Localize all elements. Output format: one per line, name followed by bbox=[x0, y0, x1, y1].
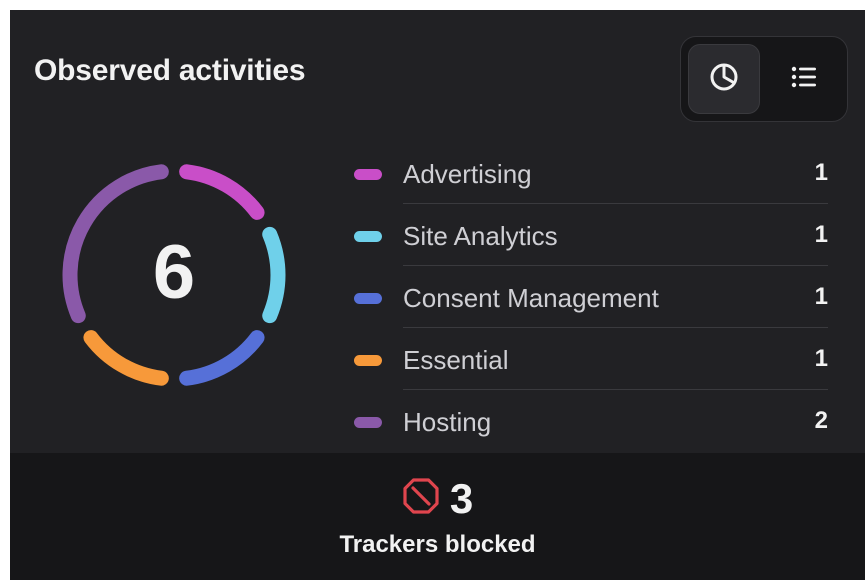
legend-item[interactable]: Essential 1 bbox=[350, 328, 840, 390]
activity-legend: Advertising 1 Site Analytics 1 Consent Manag… bbox=[350, 142, 840, 452]
view-toggle-group bbox=[680, 36, 848, 122]
legend-count: 1 bbox=[814, 283, 828, 310]
total-count: 6 bbox=[152, 229, 196, 315]
legend-swatch bbox=[354, 417, 382, 428]
legend-item[interactable]: Consent Management 1 bbox=[350, 266, 840, 328]
observed-activities-panel: Observed activities 6 Advertising 1 Site… bbox=[10, 10, 865, 580]
legend-label: Consent Management bbox=[403, 283, 659, 313]
legend-label: Site Analytics bbox=[403, 221, 558, 251]
legend-label: Hosting bbox=[403, 407, 492, 437]
legend-item[interactable]: Site Analytics 1 bbox=[350, 204, 840, 266]
legend-item[interactable]: Advertising 1 bbox=[350, 142, 840, 204]
legend-item[interactable]: Hosting 2 bbox=[350, 390, 840, 452]
list-icon bbox=[788, 61, 820, 98]
pie-view-button[interactable] bbox=[688, 44, 760, 114]
panel-title: Observed activities bbox=[34, 54, 306, 87]
blocked-summary: 3 Trackers blocked bbox=[10, 453, 865, 580]
legend-swatch bbox=[354, 231, 382, 242]
legend-count: 1 bbox=[814, 159, 828, 186]
activities-ring-chart: 6 bbox=[54, 155, 294, 395]
legend-label: Essential bbox=[403, 345, 509, 375]
legend-count: 1 bbox=[814, 221, 828, 248]
blocked-count: 3 bbox=[449, 474, 474, 522]
legend-swatch bbox=[354, 293, 382, 304]
legend-count: 2 bbox=[814, 407, 828, 434]
legend-count: 1 bbox=[814, 345, 828, 372]
legend-label: Advertising bbox=[403, 159, 532, 189]
legend-swatch bbox=[354, 355, 382, 366]
legend-swatch bbox=[354, 169, 382, 180]
block-icon bbox=[402, 477, 440, 520]
blocked-label: Trackers blocked bbox=[339, 531, 536, 558]
list-view-button[interactable] bbox=[768, 44, 840, 114]
pie-chart-icon bbox=[708, 61, 740, 98]
